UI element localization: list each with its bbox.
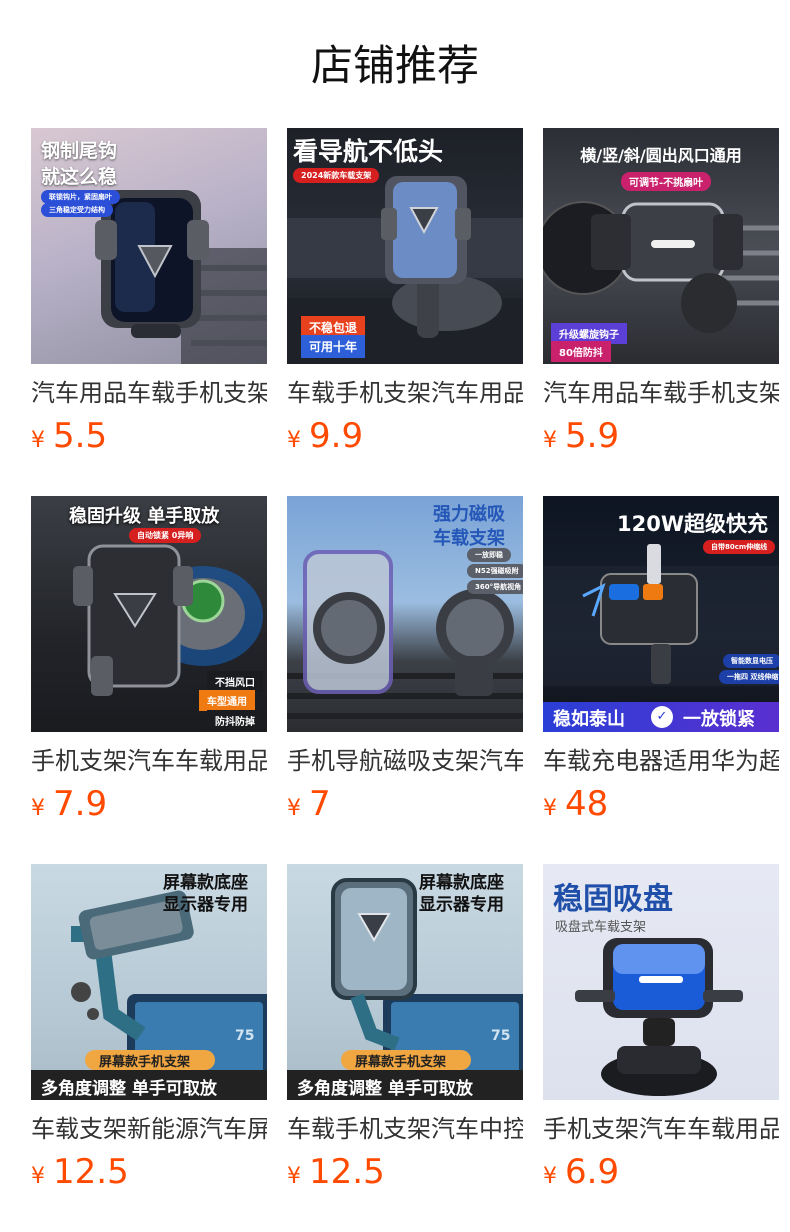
overlay-bottom-right: 一放锁紧 <box>683 709 755 730</box>
product-price: ¥12.5 <box>287 1152 523 1196</box>
currency-symbol: ¥ <box>287 428 301 453</box>
price-value: 9.9 <box>309 416 364 456</box>
product-card[interactable]: 屏幕款底座 显示器专用 75 屏幕款手机支架 多角度调整 单手可取放 车载支架新… <box>31 864 267 1196</box>
overlay-headline-2: 车载支架 <box>433 528 505 549</box>
price-value: 12.5 <box>309 1152 385 1192</box>
product-card[interactable]: 120W超级快充 自带80cm伸缩线 智能数显电压 一拖四 双线伸缩 稳如泰山 … <box>543 496 779 828</box>
overlay-tag: 防抖防掉 <box>207 710 263 731</box>
product-card[interactable]: 稳固升级 单手取放 自动锁紧 0异响 不挡风口 车型通用 防抖防掉 手机支架汽车… <box>31 496 267 828</box>
overlay-badge: N52强磁吸附 <box>467 564 523 578</box>
overlay-badge: 360°导航视角 <box>467 580 523 594</box>
overlay-headline-1: 强力磁吸 <box>433 504 505 525</box>
overlay-tag: 一拖四 双线伸缩 <box>719 670 779 684</box>
overlay-badge: 2024新款车载支架 <box>293 168 380 183</box>
overlay-badge: 自带80cm伸缩线 <box>703 540 776 554</box>
product-card[interactable]: 钢制尾钩 就这么稳 联锁钩片，紧固扇叶 三角稳定受力结构 汽车用品车载手机支架 … <box>31 128 267 460</box>
overlay-tag: 智能数显电压 <box>723 654 779 668</box>
overlay-headline: 稳固升级 单手取放 <box>69 506 220 527</box>
screen-number: 75 <box>491 1028 511 1044</box>
product-name[interactable]: 车载手机支架汽车中控 <box>287 1112 523 1146</box>
overlay-headline: 横/竖/斜/圆出风口通用 <box>580 146 742 165</box>
product-card[interactable]: 横/竖/斜/圆出风口通用 可调节-不挑扇叶 升级螺旋钩子 80倍防抖 汽车用品车… <box>543 128 779 460</box>
overlay-headline-2: 显示器专用 <box>419 895 504 915</box>
product-price: ¥6.9 <box>543 1152 779 1196</box>
product-image[interactable]: 强力磁吸 车载支架 一放即稳 N52强磁吸附 360°导航视角 <box>287 496 523 732</box>
product-image[interactable]: 120W超级快充 自带80cm伸缩线 智能数显电压 一拖四 双线伸缩 稳如泰山 … <box>543 496 779 732</box>
product-name[interactable]: 车载充电器适用华为超级快充 <box>543 744 779 778</box>
product-price: ¥5.5 <box>31 416 267 460</box>
screen-number: 75 <box>235 1028 255 1044</box>
price-value: 5.5 <box>53 416 108 456</box>
page-title: 店铺推荐 <box>310 41 479 90</box>
product-price: ¥7.9 <box>31 784 267 828</box>
currency-symbol: ¥ <box>31 428 45 453</box>
product-card[interactable]: 稳固吸盘 吸盘式车载支架 手机支架汽车车载用品 ¥6.9 <box>543 864 779 1196</box>
product-name[interactable]: 车载支架新能源汽车屏幕 <box>31 1112 267 1146</box>
overlay-bottom: 多角度调整 单手可取放 <box>297 1079 473 1099</box>
overlay-bottom: 多角度调整 单手可取放 <box>41 1079 217 1099</box>
overlay-badge: 联锁钩片，紧固扇叶 <box>41 190 120 204</box>
price-value: 48 <box>565 784 609 824</box>
product-price: ¥7 <box>287 784 523 828</box>
overlay-headline-2: 显示器专用 <box>163 895 248 915</box>
overlay-tag: 不挡风口 <box>207 671 263 692</box>
product-image[interactable]: 稳固升级 单手取放 自动锁紧 0异响 不挡风口 车型通用 防抖防掉 <box>31 496 267 732</box>
overlay-ribbon: 屏幕款手机支架 <box>99 1055 191 1070</box>
overlay-tag: 可用十年 <box>301 335 366 358</box>
product-name[interactable]: 手机支架汽车车载用品 <box>543 1112 779 1146</box>
currency-symbol: ¥ <box>31 1164 45 1189</box>
currency-symbol: ¥ <box>287 1164 301 1189</box>
overlay-ribbon: 屏幕款手机支架 <box>355 1055 447 1070</box>
overlay-badge: 可调节-不挑扇叶 <box>621 172 712 191</box>
product-price: ¥5.9 <box>543 416 779 460</box>
product-price: ¥12.5 <box>31 1152 267 1196</box>
overlay-headline-2: 就这么稳 <box>41 166 118 188</box>
product-name[interactable]: 汽车用品车载手机支架 <box>31 376 267 410</box>
overlay-headline: 稳固吸盘 <box>553 882 673 917</box>
currency-symbol: ¥ <box>543 428 557 453</box>
product-card[interactable]: 看导航不低头 2024新款车载支架 不稳包退 可用十年 车载手机支架汽车用品 ¥… <box>287 128 523 460</box>
currency-symbol: ¥ <box>287 796 301 821</box>
overlay-headline-1: 钢制尾钩 <box>41 140 118 162</box>
product-name[interactable]: 手机支架汽车车载用品 <box>31 744 267 778</box>
product-image[interactable]: 看导航不低头 2024新款车载支架 不稳包退 可用十年 <box>287 128 523 364</box>
product-card[interactable]: 强力磁吸 车载支架 一放即稳 N52强磁吸附 360°导航视角 手机导航磁吸支架… <box>287 496 523 828</box>
price-value: 6.9 <box>565 1152 620 1192</box>
product-image[interactable]: 屏幕款底座 显示器专用 75 屏幕款手机支架 多角度调整 单手可取放 <box>31 864 267 1100</box>
overlay-headline: 120W超级快充 <box>617 512 768 536</box>
store-recommendations-page: 店铺推荐 钢制尾钩 就这么稳 联锁钩片，紧固扇叶 三角稳定受力结构 汽车用品车载… <box>0 0 790 1232</box>
product-image[interactable]: 横/竖/斜/圆出风口通用 可调节-不挑扇叶 升级螺旋钩子 80倍防抖 <box>543 128 779 364</box>
product-price: ¥48 <box>543 784 779 828</box>
overlay-sub: 吸盘式车载支架 <box>555 920 647 935</box>
overlay-badge: 一放即稳 <box>467 548 511 562</box>
overlay-badge: 自动锁紧 0异响 <box>129 528 202 543</box>
price-value: 7 <box>309 784 331 824</box>
currency-symbol: ¥ <box>31 796 45 821</box>
currency-symbol: ¥ <box>543 1164 557 1189</box>
product-price: ¥9.9 <box>287 416 523 460</box>
price-value: 7.9 <box>53 784 108 824</box>
price-value: 5.9 <box>565 416 620 456</box>
overlay-tag: 车型通用 <box>199 690 255 711</box>
overlay-badge: 三角稳定受力结构 <box>41 203 113 217</box>
price-value: 12.5 <box>53 1152 129 1192</box>
overlay-headline: 看导航不低头 <box>293 137 444 166</box>
overlay-tag: 80倍防抖 <box>551 341 611 362</box>
shield-check-icon: ✓ <box>651 706 673 728</box>
product-name[interactable]: 车载手机支架汽车用品 <box>287 376 523 410</box>
product-name[interactable]: 汽车用品车载手机支架 <box>543 376 779 410</box>
product-name[interactable]: 手机导航磁吸支架汽车 <box>287 744 523 778</box>
product-card[interactable]: 屏幕款底座 显示器专用 75 屏幕款手机支架 多角度调整 单手可取放 车载手机支… <box>287 864 523 1196</box>
currency-symbol: ¥ <box>543 796 557 821</box>
product-image[interactable]: 稳固吸盘 吸盘式车载支架 <box>543 864 779 1100</box>
product-image[interactable]: 钢制尾钩 就这么稳 联锁钩片，紧固扇叶 三角稳定受力结构 <box>31 128 267 364</box>
overlay-bottom-left: 稳如泰山 <box>553 709 625 730</box>
product-image[interactable]: 屏幕款底座 显示器专用 75 屏幕款手机支架 多角度调整 单手可取放 <box>287 864 523 1100</box>
